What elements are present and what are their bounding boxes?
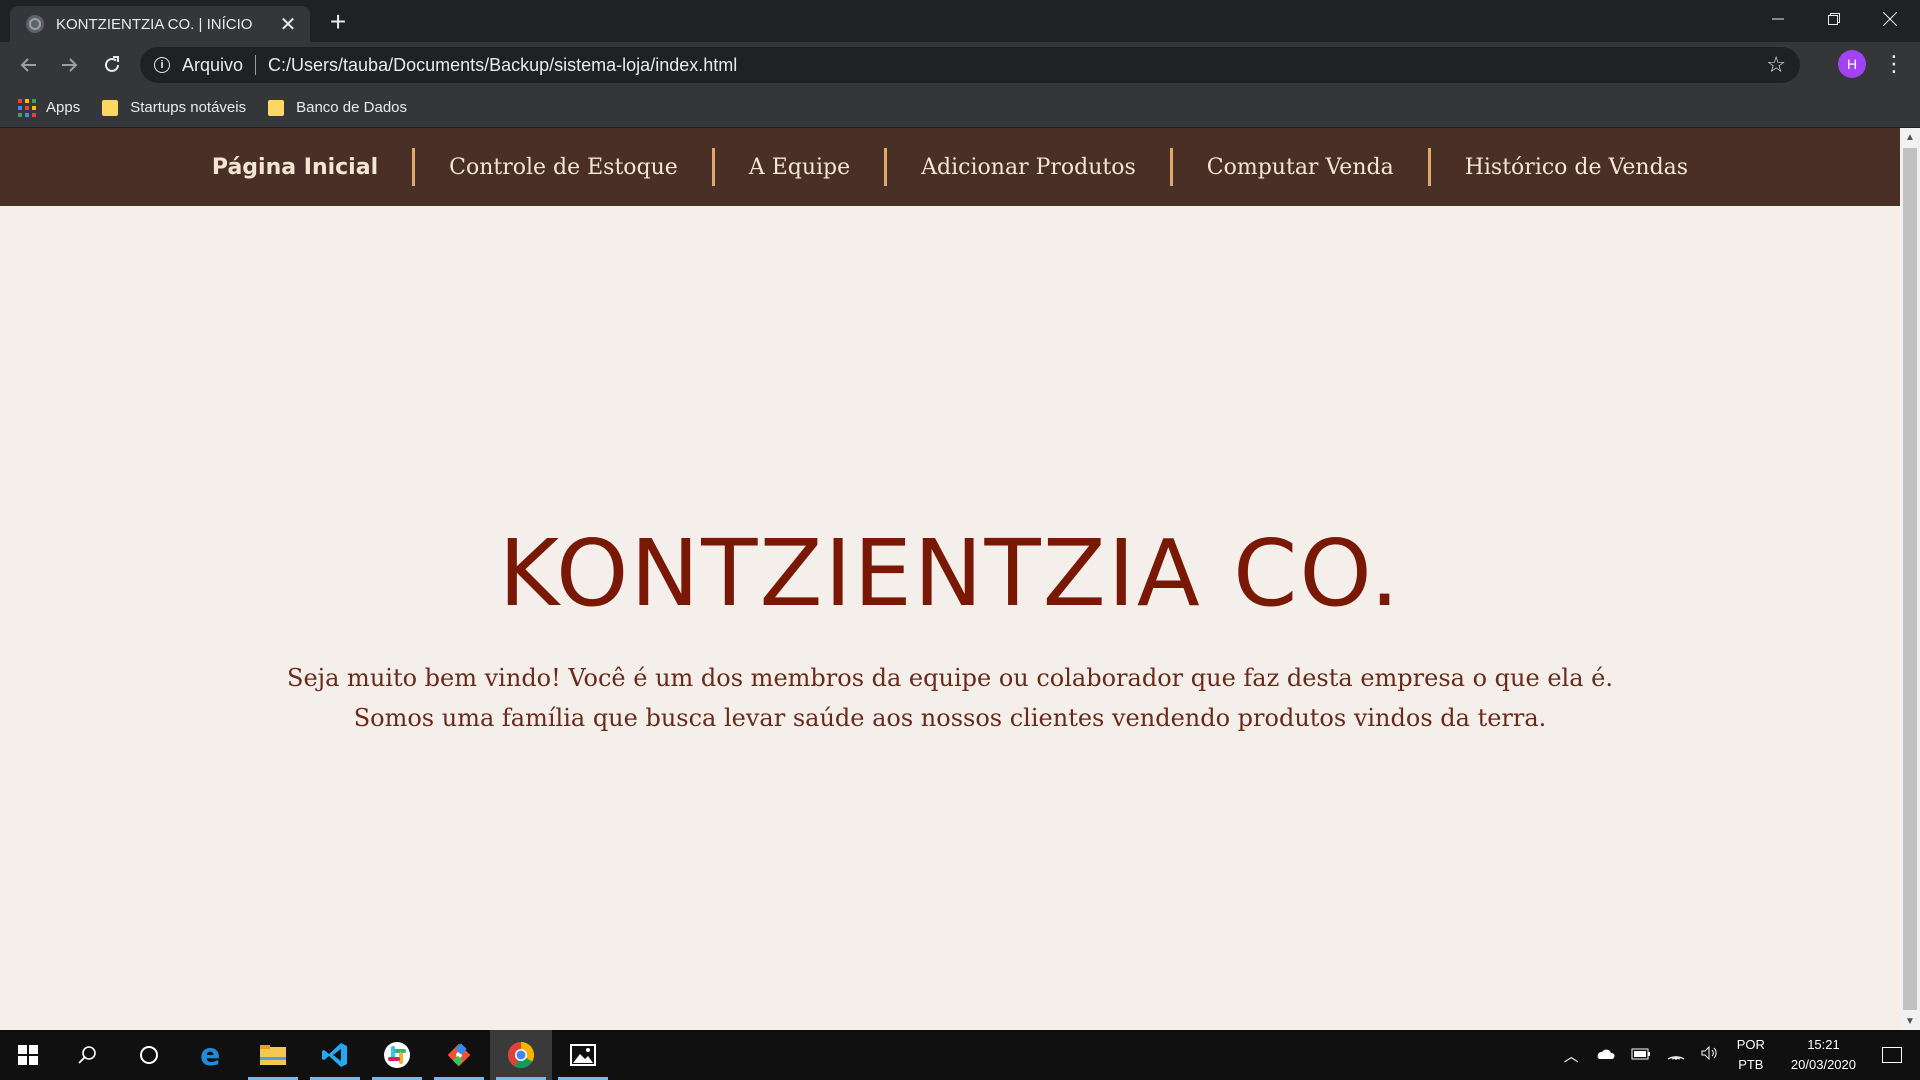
cortana-icon[interactable]: [118, 1030, 180, 1080]
search-icon[interactable]: [56, 1030, 118, 1080]
chrome-icon[interactable]: [490, 1030, 552, 1080]
bookmark-folder-startups[interactable]: Startups notáveis: [102, 99, 246, 116]
vscode-icon[interactable]: [304, 1030, 366, 1080]
address-bar[interactable]: i Arquivo C:/Users/tauba/Documents/Backu…: [140, 47, 1800, 83]
minimize-icon[interactable]: [1750, 0, 1806, 38]
show-hidden-icons-icon[interactable]: ︿: [1564, 1045, 1579, 1066]
site-navbar: Página Inicial Controle de Estoque A Equ…: [0, 128, 1900, 206]
scroll-thumb[interactable]: [1903, 148, 1917, 1010]
omnibox-separator: [255, 55, 257, 75]
reload-icon[interactable]: [94, 47, 130, 83]
bookmark-folder-label: Startups notáveis: [130, 99, 247, 116]
bookmark-folder-banco[interactable]: Banco de Dados: [268, 99, 407, 116]
restore-icon[interactable]: [1806, 0, 1862, 38]
language-code: POR: [1736, 1037, 1765, 1052]
keyboard-layout-code: PTB: [1738, 1057, 1764, 1072]
welcome-line-2: Somos uma família que busca levar saúde …: [353, 704, 1547, 732]
page-favicon-icon: [26, 15, 44, 33]
clock-date: 20/03/2020: [1790, 1057, 1856, 1072]
nav-link-computar-venda[interactable]: Computar Venda: [1173, 155, 1428, 180]
apps-grid-icon: [18, 98, 36, 117]
scheme-label: Arquivo: [182, 54, 244, 75]
browser-toolbar: i Arquivo C:/Users/tauba/Documents/Backu…: [0, 42, 1920, 88]
windows-taskbar: e ︿ POR PTB 15:21 20/03/2020: [0, 1030, 1920, 1080]
git-icon[interactable]: [428, 1030, 490, 1080]
welcome-text: Seja muito bem vindo! Você é um dos memb…: [0, 658, 1900, 738]
page-viewport: Página Inicial Controle de Estoque A Equ…: [0, 128, 1900, 1030]
bookmark-folder-label: Banco de Dados: [296, 99, 408, 116]
scroll-up-arrow-icon[interactable]: ▲: [1900, 128, 1920, 146]
battery-icon[interactable]: [1631, 1047, 1651, 1064]
page-scrollbar[interactable]: ▲ ▼: [1900, 128, 1920, 1030]
nav-link-a-equipe[interactable]: A Equipe: [715, 155, 884, 180]
edge-icon[interactable]: e: [180, 1030, 242, 1080]
tab-close-icon[interactable]: ✕: [276, 12, 300, 36]
new-tab-button[interactable]: +: [324, 8, 352, 36]
nav-link-controle-estoque[interactable]: Controle de Estoque: [415, 155, 712, 180]
tab-title: KONTZIENTZIA CO. | INÍCIO: [56, 15, 253, 33]
input-language-indicator[interactable]: POR PTB: [1737, 1035, 1765, 1075]
folder-icon: [102, 99, 119, 116]
site-info-icon[interactable]: i: [154, 57, 170, 73]
scroll-down-arrow-icon[interactable]: ▼: [1900, 1012, 1920, 1030]
bookmark-apps[interactable]: Apps: [18, 98, 81, 117]
bookmarks-bar: Apps Startups notáveis Banco de Dados: [0, 88, 1920, 128]
system-tray: ︿ POR PTB 15:21 20/03/2020: [1556, 1030, 1920, 1080]
onedrive-icon[interactable]: [1595, 1047, 1615, 1064]
company-title: KONTZIENTZIA CO.: [498, 520, 1402, 627]
bookmark-apps-label: Apps: [46, 99, 81, 116]
bookmark-star-icon[interactable]: ☆: [1766, 52, 1786, 78]
nav-link-adicionar-produtos[interactable]: Adicionar Produtos: [887, 155, 1170, 180]
volume-icon[interactable]: [1701, 1045, 1719, 1064]
url-text[interactable]: C:/Users/tauba/Documents/Backup/sistema-…: [268, 55, 737, 76]
profile-avatar[interactable]: H: [1838, 50, 1866, 78]
system-clock[interactable]: 15:21 20/03/2020: [1791, 1035, 1856, 1075]
wifi-icon[interactable]: [1667, 1046, 1685, 1064]
browser-menu-icon[interactable]: ⋮: [1880, 50, 1908, 78]
back-icon[interactable]: [10, 47, 46, 83]
browser-titlebar: KONTZIENTZIA CO. | INÍCIO ✕ +: [0, 0, 1920, 42]
forward-icon[interactable]: [52, 47, 88, 83]
start-icon[interactable]: [0, 1030, 56, 1080]
notifications-icon[interactable]: [1882, 1047, 1902, 1063]
browser-tab[interactable]: KONTZIENTZIA CO. | INÍCIO ✕: [10, 6, 310, 42]
svg-text:e: e: [200, 1041, 220, 1069]
welcome-line-1: Seja muito bem vindo! Você é um dos memb…: [287, 664, 1613, 692]
folder-icon: [268, 99, 285, 116]
nav-link-historico-vendas[interactable]: Histórico de Vendas: [1431, 155, 1722, 180]
photos-icon[interactable]: [552, 1030, 614, 1080]
hero-section: KONTZIENTZIA CO. Seja muito bem vindo! V…: [0, 528, 1900, 738]
clock-time: 15:21: [1807, 1037, 1840, 1052]
slack-icon[interactable]: [366, 1030, 428, 1080]
close-window-icon[interactable]: [1862, 0, 1918, 38]
nav-link-pagina-inicial[interactable]: Página Inicial: [178, 155, 412, 180]
file-explorer-icon[interactable]: [242, 1030, 304, 1080]
